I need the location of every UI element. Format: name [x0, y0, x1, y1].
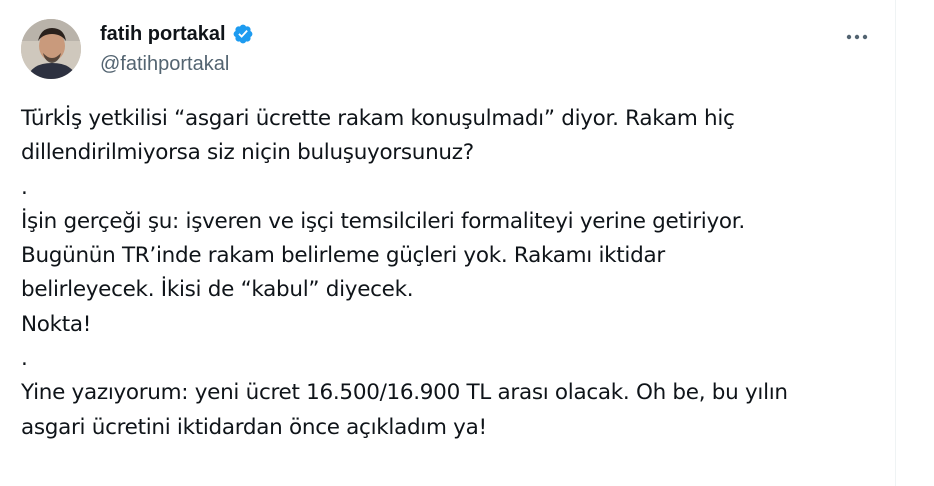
tweet-line: asgari ücretini iktidardan önce açıkladı… [21, 414, 487, 440]
tweet-line: . [21, 346, 28, 372]
tweet-line: İşin gerçeği şu: işveren ve işçi temsilc… [21, 208, 745, 234]
tweet-line: dillendirilmiyorsa siz niçin buluşuyorsu… [21, 140, 474, 166]
tweet-line: Nokta! [21, 311, 92, 337]
tweet-line: . [21, 174, 28, 200]
tweet-line: Yine yazıyorum: yeni ücret 16.500/16.900… [21, 380, 788, 406]
more-options-button[interactable] [838, 20, 876, 48]
author-display-name[interactable]: fatih portakal [100, 20, 226, 48]
tweet-line: Bugünün TR’inde rakam belirleme güçleri … [21, 243, 665, 269]
tweet-line: belirleyecek. İkisi de “kabul” diyecek. [21, 277, 414, 303]
tweet-card: fatih portakal @fatihportakal Türkİş yet… [0, 0, 896, 486]
profile-photo-icon [21, 19, 81, 79]
author-name-row[interactable]: fatih portakal [100, 20, 254, 48]
verified-badge-icon[interactable] [232, 23, 254, 45]
author-handle[interactable]: @fatihportakal [100, 50, 229, 78]
tweet-line: Türkİş yetkilisi “asgari ücrette rakam k… [21, 106, 735, 131]
tweet-text: Türkİş yetkilisi “asgari ücrette rakam k… [21, 102, 871, 445]
author-avatar[interactable] [21, 19, 81, 79]
more-options-icon [846, 25, 868, 44]
